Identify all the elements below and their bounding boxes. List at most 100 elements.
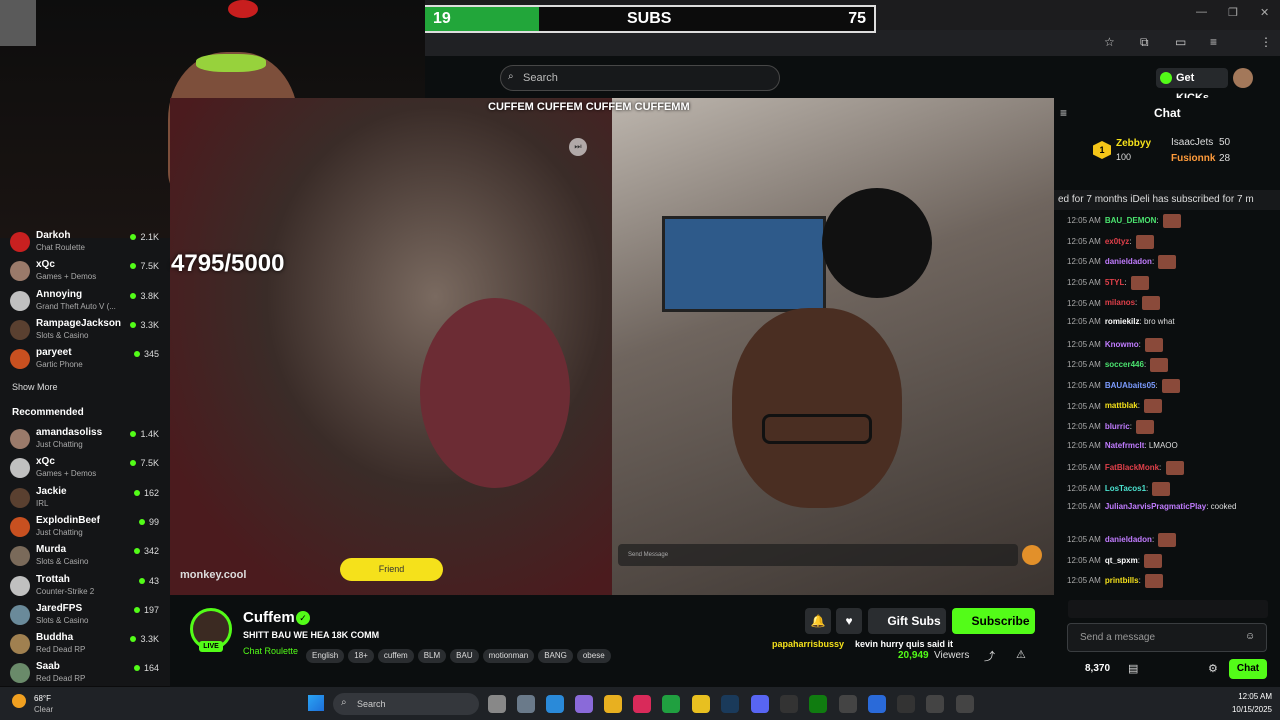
chat-username[interactable]: milanos	[1105, 299, 1135, 308]
copilot-icon[interactable]	[575, 695, 593, 713]
chat-username[interactable]: Natefrmclt	[1105, 441, 1145, 450]
discord-icon[interactable]	[751, 695, 769, 713]
chat-username[interactable]: Knowmo	[1105, 340, 1139, 349]
app-a-icon[interactable]	[956, 695, 974, 713]
app-icon[interactable]	[839, 695, 857, 713]
edge-icon[interactable]	[546, 695, 564, 713]
notification-bell-icon[interactable]: 🔔	[805, 608, 831, 634]
share-icon[interactable]: ⤴	[984, 648, 995, 664]
chat-username[interactable]: romiekilz	[1105, 317, 1140, 326]
chat-username[interactable]: JulianJarvisPragmaticPlay	[1105, 502, 1206, 511]
photos-icon[interactable]	[868, 695, 886, 713]
chat-username[interactable]: danieldadon	[1105, 257, 1152, 266]
monkey-cool-watermark: monkey.cool	[180, 569, 247, 581]
tag-blm[interactable]: BLM	[417, 649, 447, 663]
show-more-link[interactable]: Show More	[12, 382, 58, 392]
chat-send-button[interactable]: Chat	[1229, 659, 1267, 679]
search-input[interactable]: Search	[500, 65, 780, 91]
star-icon[interactable]: ☆	[1104, 35, 1115, 49]
sidebar-item-jackie[interactable]: Jackie IRL 162	[10, 484, 165, 514]
sidebar-item-annoying[interactable]: Annoying Grand Theft Auto V (... 3.8K	[10, 287, 165, 317]
media-icon[interactable]	[926, 695, 944, 713]
settings-icon[interactable]	[517, 695, 535, 713]
app-g-icon[interactable]	[780, 695, 798, 713]
settings-gear-icon[interactable]: ⚙	[1208, 662, 1218, 675]
sidebar-item-paryeet[interactable]: paryeet Gartic Phone 345	[10, 345, 165, 375]
media-icon[interactable]: ≡	[1210, 35, 1217, 49]
weather-icon[interactable]	[12, 694, 26, 708]
green-app-icon[interactable]	[662, 695, 680, 713]
sidebar-item-xqc[interactable]: xQc Games + Demos 7.5K	[10, 454, 165, 484]
chat-username[interactable]: soccer446	[1105, 360, 1144, 369]
gift-subs-button[interactable]: Gift Subs	[868, 608, 946, 634]
friend-button[interactable]: Friend	[340, 558, 443, 581]
chat-time: 12:05 AM	[1067, 422, 1101, 432]
monkey-mouth-image	[420, 298, 570, 488]
chat-username[interactable]: danieldadon	[1105, 535, 1152, 544]
chat-time: 12:05 AM	[1067, 236, 1101, 246]
chat-username[interactable]: blurric	[1105, 422, 1130, 431]
sidebar-item-darkoh[interactable]: Darkoh Chat Roulette 2.1K	[10, 228, 165, 258]
chat-username[interactable]: printbills	[1105, 576, 1139, 585]
chat-username[interactable]: BAUAbaits05	[1105, 381, 1156, 390]
subscribe-button[interactable]: Subscribe	[952, 608, 1035, 634]
emote-icon	[1136, 420, 1155, 434]
chat-username[interactable]: qt_spxm	[1105, 556, 1138, 565]
heart-icon[interactable]: ♥	[836, 608, 862, 634]
sidebar-item-saab[interactable]: Saab Red Dead RP 164	[10, 659, 165, 689]
guest-face-image	[732, 308, 902, 508]
start-button[interactable]	[308, 695, 324, 711]
tag-english[interactable]: English	[306, 649, 345, 663]
chat-username[interactable]: ex0tyz	[1105, 237, 1129, 246]
sidebar-item-xqc[interactable]: xQc Games + Demos 7.5K	[10, 257, 165, 287]
user-avatar[interactable]	[1233, 68, 1253, 88]
sidebar-item-buddha[interactable]: Buddha Red Dead RP 3.3K	[10, 630, 165, 660]
extensions-icon[interactable]: ⧉	[1140, 35, 1149, 50]
xbox-icon[interactable]	[809, 695, 827, 713]
more-menu-icon[interactable]: ⋮	[1260, 35, 1272, 49]
sidebar-item-jaredfps[interactable]: JaredFPS Slots & Casino 197	[10, 601, 165, 631]
tag-cuffem[interactable]: cuffem	[377, 649, 414, 663]
tag-bau[interactable]: BAU	[450, 649, 479, 663]
chat-username[interactable]: BAU_DEMON	[1105, 216, 1157, 225]
close-button[interactable]: ✕	[1260, 6, 1269, 19]
channel-points[interactable]: 8,370	[1085, 663, 1110, 674]
restore-button[interactable]: ❐	[1228, 6, 1238, 19]
collapse-chat-icon[interactable]: ≡	[1060, 106, 1067, 120]
category-link[interactable]: Chat Roulette	[243, 646, 298, 656]
report-icon[interactable]: ⚠	[1016, 648, 1026, 661]
music-icon[interactable]	[633, 695, 651, 713]
chrome-icon[interactable]	[692, 695, 710, 713]
skip-icon[interactable]: ⏭	[569, 138, 587, 156]
sidebar-item-murda[interactable]: Murda Slots & Casino 342	[10, 542, 165, 572]
explorer-icon[interactable]	[604, 695, 622, 713]
chat-username[interactable]: FatBlackMonk	[1105, 463, 1159, 472]
file-manager-icon[interactable]	[488, 695, 506, 713]
emoji-icon[interactable]: ☺	[1245, 631, 1255, 642]
clock-date[interactable]: 10/15/2025	[1222, 705, 1272, 714]
sidebar-item-trottah[interactable]: Trottah Counter-Strike 2 43	[10, 572, 165, 602]
chat-username[interactable]: LosTacos1	[1105, 484, 1146, 493]
taskbar-search[interactable]: Search	[333, 693, 479, 715]
chat-username[interactable]: mattblak	[1105, 402, 1138, 411]
minimize-button[interactable]: —	[1196, 6, 1207, 18]
chat-input[interactable]: Send a message	[1067, 623, 1267, 652]
sidebar-item-rampagejackson[interactable]: RampageJackson Slots & Casino 3.3K	[10, 316, 165, 346]
tag-bang[interactable]: BANG	[538, 649, 573, 663]
channel-avatar	[10, 232, 30, 252]
cast-icon[interactable]: ▭	[1175, 35, 1186, 49]
glasses-image	[762, 414, 872, 444]
channel-name[interactable]: Cuffem	[243, 609, 295, 626]
chat-username[interactable]: 5TYL	[1105, 278, 1125, 287]
store-icon[interactable]: ▤	[1128, 662, 1138, 675]
steam-icon[interactable]	[721, 695, 739, 713]
tag-motionman[interactable]: motionman	[482, 649, 535, 663]
obs-icon[interactable]	[897, 695, 915, 713]
tag-18[interactable]: 18+	[348, 649, 374, 663]
sidebar-item-amandasoliss[interactable]: amandasoliss Just Chatting 1.4K	[10, 425, 165, 455]
viewer-count: 3.3K	[130, 320, 159, 330]
tag-obese[interactable]: obese	[576, 649, 611, 663]
sidebar-item-explodinbeef[interactable]: ExplodinBeef Just Chatting 99	[10, 513, 165, 543]
clock-time[interactable]: 12:05 AM	[1232, 692, 1272, 701]
weather-temp[interactable]: 68°F	[34, 694, 51, 703]
